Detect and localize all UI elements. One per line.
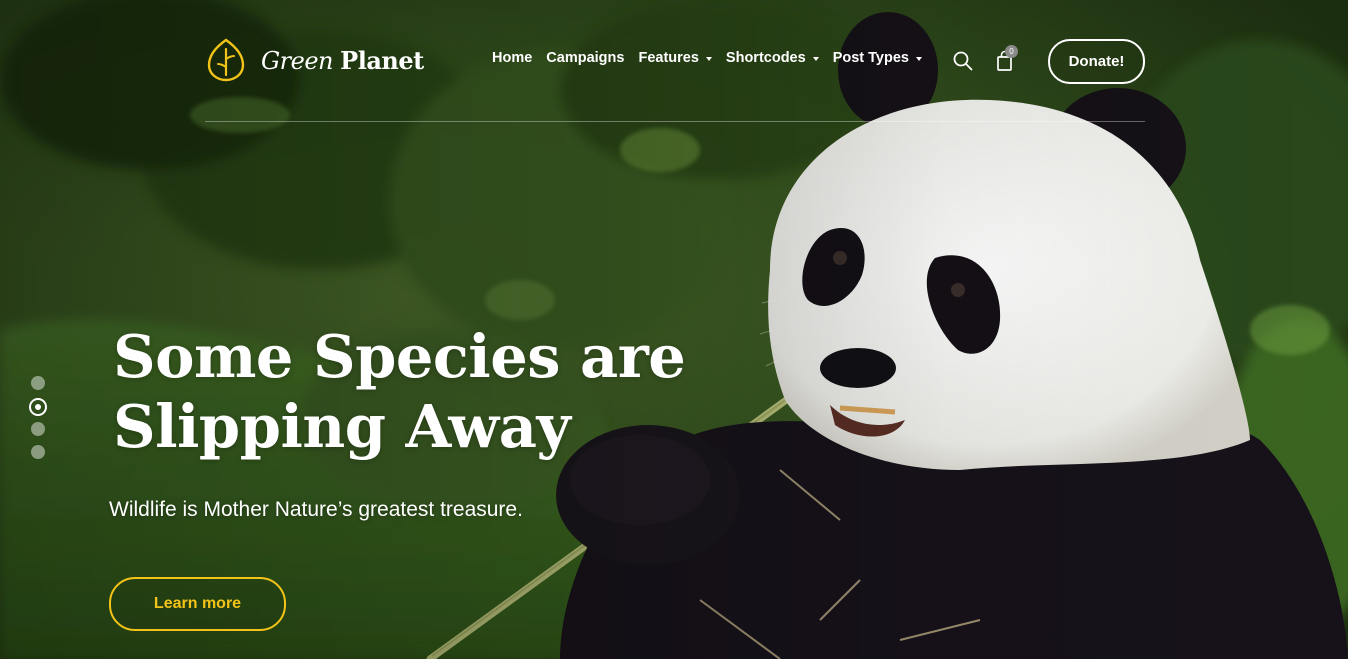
search-icon — [953, 51, 973, 71]
cart-button[interactable]: 0 — [995, 45, 1023, 74]
hero-section: Green Planet Home Campaigns Features Sho… — [0, 0, 1348, 659]
site-name-bold: Planet — [340, 45, 424, 75]
nav-item-label: Shortcodes — [725, 50, 806, 66]
chevron-down-icon — [915, 56, 922, 61]
slider-dot-3[interactable] — [31, 422, 45, 436]
slider-pagination — [29, 376, 47, 466]
nav-item-features[interactable]: Features — [638, 50, 712, 66]
hero-headline-line-2: Slipping Away — [113, 392, 571, 461]
header-divider — [205, 121, 1145, 122]
hero-headline: Some Species are Slipping Away — [113, 322, 733, 462]
main-navigation: Home Campaigns Features Shortcodes Post … — [492, 50, 936, 66]
chevron-down-icon — [812, 56, 819, 61]
learn-more-button[interactable]: Learn more — [109, 577, 286, 631]
nav-item-shortcodes[interactable]: Shortcodes — [726, 50, 819, 66]
slider-dot-2-active[interactable] — [29, 398, 47, 416]
nav-item-label: Post Types — [832, 50, 909, 66]
cart-count-badge: 0 — [1005, 45, 1018, 58]
nav-item-label: Home — [492, 50, 533, 66]
nav-item-label: Campaigns — [546, 50, 625, 66]
hero-subtitle: Wildlife is Mother Nature’s greatest tre… — [109, 498, 523, 521]
site-name: Green Planet — [261, 46, 424, 75]
site-logo[interactable]: Green Planet — [205, 38, 424, 82]
slider-dot-1[interactable] — [31, 376, 45, 390]
search-button[interactable] — [952, 50, 974, 72]
donate-button[interactable]: Donate! — [1048, 39, 1145, 84]
nav-item-campaigns[interactable]: Campaigns — [546, 50, 624, 66]
nav-item-post-types[interactable]: Post Types — [833, 50, 922, 66]
nav-item-label: Features — [638, 50, 699, 66]
site-name-light: Green — [261, 46, 334, 75]
leaf-icon — [207, 38, 245, 82]
site-header: Green Planet Home Campaigns Features Sho… — [205, 36, 1145, 86]
slider-dot-4[interactable] — [31, 445, 45, 459]
nav-item-home[interactable]: Home — [492, 50, 532, 66]
hero-headline-line-1: Some Species are — [113, 322, 686, 391]
chevron-down-icon — [705, 56, 712, 61]
